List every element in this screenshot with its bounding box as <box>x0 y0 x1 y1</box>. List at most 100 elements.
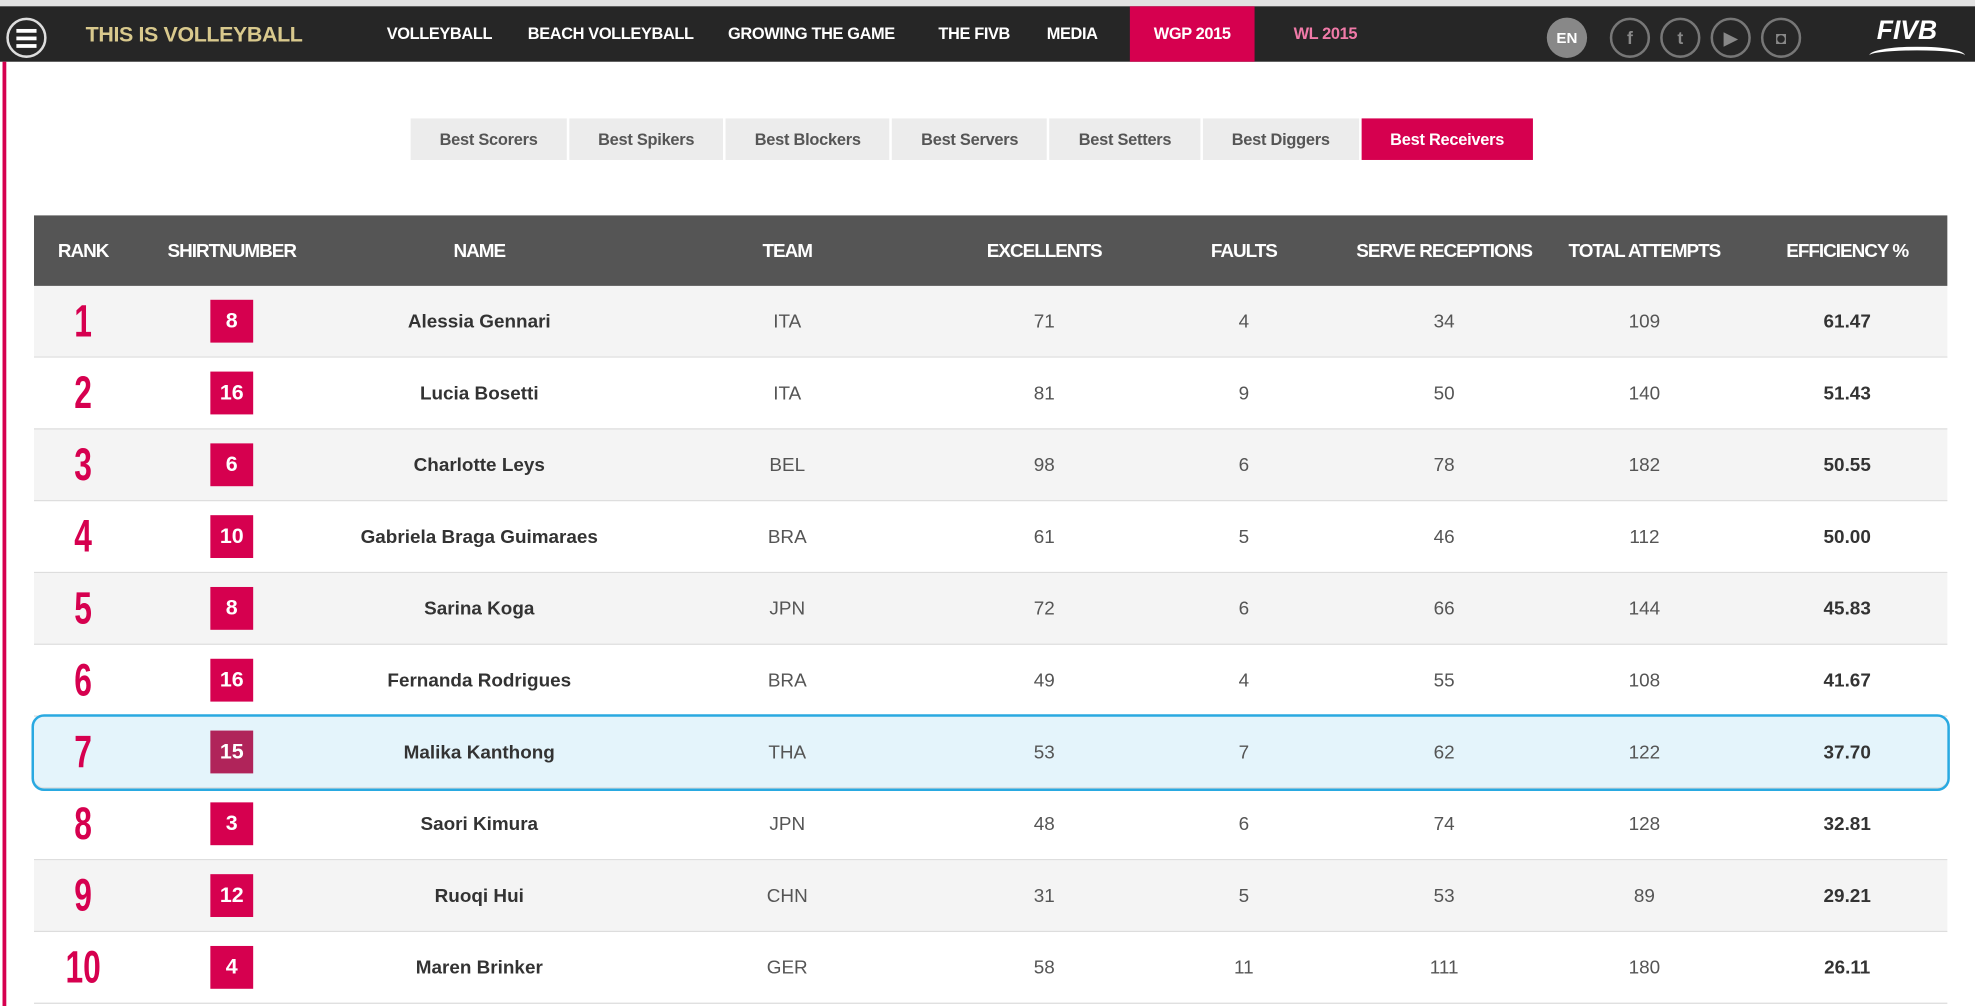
fivb-logo-arc <box>1869 46 1965 65</box>
cell-name: Saori Kimura <box>420 813 539 835</box>
cell-rank: 3 <box>34 438 132 491</box>
cell-serve-receptions: 55 <box>1433 669 1455 691</box>
table-row[interactable]: 9 12 Ruoqi Hui CHN 31 5 53 89 29.21 <box>34 860 1948 933</box>
table-row[interactable]: 5 8 Sarina Koga JPN 72 6 66 144 45.83 <box>34 573 1948 645</box>
cell-rank: 8 <box>34 797 132 850</box>
cell-excellents: 98 <box>1033 454 1055 476</box>
table-row[interactable]: 7 15 Malika Kanthong THA 53 7 62 122 37.70 <box>31 714 1950 792</box>
twitter-icon[interactable]: t <box>1660 17 1701 58</box>
cell-serve-receptions: 50 <box>1433 382 1455 404</box>
cell-rank: 4 <box>34 510 132 563</box>
cell-serve-receptions: 111 <box>1429 956 1459 979</box>
column-header-rank: RANK <box>57 239 110 262</box>
cell-shirt-number: 15 <box>132 730 331 774</box>
table-row[interactable]: 10 4 Maren Brinker GER 58 11 111 180 26.11 <box>34 932 1948 1004</box>
tab-best-blockers[interactable]: Best Blockers <box>725 118 890 160</box>
cell-faults: 4 <box>1238 310 1250 332</box>
cell-shirt-number: 16 <box>132 371 331 415</box>
cell-faults: 5 <box>1238 884 1250 907</box>
tab-best-scorers[interactable]: Best Scorers <box>410 118 567 160</box>
fivb-logo[interactable]: FIVB <box>1877 16 1937 46</box>
cell-total-attempts: 128 <box>1628 813 1661 835</box>
cell-excellents: 31 <box>1033 884 1055 907</box>
rank-number: 7 <box>74 725 92 778</box>
cell-serve-receptions: 53 <box>1433 884 1455 907</box>
table-row[interactable]: 6 16 Fernanda Rodrigues BRA 49 4 55 108 41.67 <box>34 644 1948 717</box>
cell-total-attempts: 182 <box>1628 454 1661 476</box>
top-nav: THIS IS VOLLEYBALL VOLLEYBALL BEACH VOLL… <box>0 6 1975 62</box>
shirt-number-badge: 16 <box>210 371 254 415</box>
table-row[interactable]: 1 8 Alessia Gennari ITA 71 4 34 109 61.47 <box>34 285 1948 358</box>
cell-name: Ruoqi Hui <box>434 884 524 907</box>
cell-shirt-number: 4 <box>132 945 331 989</box>
cell-excellents: 58 <box>1033 956 1055 979</box>
nav-the-fivb[interactable]: THE FIVB <box>938 6 1010 61</box>
table-row[interactable]: 3 6 Charlotte Leys BEL 98 6 78 182 50.55 <box>34 429 1948 502</box>
youtube-icon[interactable]: ▶ <box>1710 17 1751 58</box>
shirt-number-badge: 8 <box>210 299 254 343</box>
cell-rank: 9 <box>34 869 132 922</box>
cell-serve-receptions: 62 <box>1433 741 1455 763</box>
cell-excellents: 49 <box>1033 669 1055 691</box>
nav-growing-the-game[interactable]: GROWING THE GAME <box>728 6 895 61</box>
column-header-excellents: EXCELLENTS <box>986 239 1103 262</box>
cell-total-attempts: 144 <box>1628 597 1661 620</box>
cell-total-attempts: 140 <box>1628 382 1661 404</box>
hamburger-menu-icon[interactable] <box>6 17 47 58</box>
cell-excellents: 48 <box>1033 813 1055 835</box>
tab-best-servers[interactable]: Best Servers <box>892 118 1048 160</box>
table-row[interactable]: 4 10 Gabriela Braga Guimaraes BRA 61 5 46 112 50… <box>34 501 1948 574</box>
facebook-icon[interactable]: f <box>1609 17 1651 58</box>
tab-best-diggers[interactable]: Best Diggers <box>1202 118 1359 160</box>
brand-link[interactable]: THIS IS VOLLEYBALL <box>86 23 303 48</box>
cell-name: Charlotte Leys <box>413 454 545 476</box>
nav-volleyball[interactable]: VOLLEYBALL <box>387 6 493 61</box>
cell-name: Sarina Koga <box>424 597 535 620</box>
nav-media[interactable]: MEDIA <box>1047 6 1098 61</box>
cell-faults: 9 <box>1238 382 1250 404</box>
cell-efficiency: 29.21 <box>1823 884 1871 907</box>
table-body: 1 8 Alessia Gennari ITA 71 4 34 109 61.47 2 16 Luci… <box>31 285 1950 1004</box>
cell-shirt-number: 10 <box>132 515 331 559</box>
shirt-number-badge: 8 <box>210 586 254 630</box>
cell-total-attempts: 89 <box>1633 884 1655 907</box>
nav-wgp-2015[interactable]: WGP 2015 <box>1129 6 1255 62</box>
instagram-icon[interactable]: ◘ <box>1760 17 1802 58</box>
cell-team: THA <box>768 741 807 763</box>
cell-team: JPN <box>769 813 806 835</box>
column-header-efficiency: EFFICIENCY % <box>1786 239 1909 262</box>
cell-name: Lucia Bosetti <box>419 382 539 404</box>
cell-efficiency: 51.43 <box>1823 382 1871 404</box>
column-header-total-attempts: TOTAL ATTEMPTS <box>1568 239 1722 262</box>
shirt-number-badge: 16 <box>210 658 254 702</box>
cell-rank: 7 <box>34 726 132 779</box>
table-row[interactable]: 8 3 Saori Kimura JPN 48 6 74 128 32.81 <box>34 788 1948 861</box>
table-row[interactable]: 2 16 Lucia Bosetti ITA 81 9 50 140 51.43 <box>34 357 1948 430</box>
rank-number: 8 <box>74 797 92 849</box>
nav-beach-volleyball[interactable]: BEACH VOLLEYBALL <box>528 6 694 61</box>
tab-best-setters[interactable]: Best Setters <box>1049 118 1201 160</box>
cell-total-attempts: 180 <box>1628 956 1661 979</box>
tab-best-spikers[interactable]: Best Spikers <box>569 118 724 160</box>
cell-efficiency: 37.70 <box>1823 741 1871 763</box>
cell-serve-receptions: 78 <box>1433 454 1455 476</box>
cell-rank: 1 <box>34 295 132 348</box>
nav-wl-2015[interactable]: WL 2015 <box>1294 6 1358 61</box>
language-button[interactable]: EN <box>1546 17 1588 58</box>
cell-shirt-number: 8 <box>132 586 331 630</box>
tab-best-receivers[interactable]: Best Receivers <box>1361 118 1534 160</box>
cell-total-attempts: 112 <box>1629 525 1660 548</box>
cell-faults: 4 <box>1238 669 1250 691</box>
cell-serve-receptions: 66 <box>1433 597 1455 620</box>
cell-name: Alessia Gennari <box>407 310 551 332</box>
column-header-faults: FAULTS <box>1210 239 1278 262</box>
stats-tabs: Best Scorers Best Spikers Best Blockers … <box>410 118 1534 160</box>
cell-serve-receptions: 74 <box>1433 813 1455 835</box>
cell-faults: 7 <box>1238 741 1250 763</box>
rank-number: 5 <box>74 581 92 634</box>
column-header-serve-receptions: SERVE RECEPTIONS <box>1356 239 1533 262</box>
shirt-number-badge: 15 <box>210 730 254 774</box>
column-header-name: NAME <box>453 239 506 262</box>
cell-team: BEL <box>769 454 806 476</box>
cell-efficiency: 41.67 <box>1823 669 1871 691</box>
